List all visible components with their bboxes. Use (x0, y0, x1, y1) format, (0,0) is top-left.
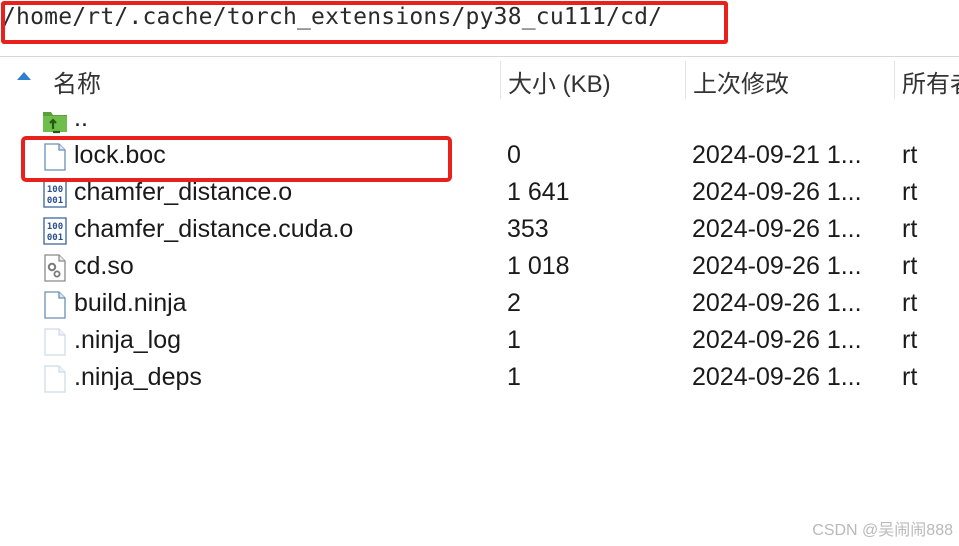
path-bar: /home/rt/.cache/torch_extensions/py38_cu… (0, 0, 959, 50)
column-name[interactable]: 名称 (0, 57, 500, 101)
binary-file-icon: 100 001 (43, 180, 67, 208)
column-modified-label: 上次修改 (693, 71, 789, 98)
file-name: .. (74, 104, 88, 132)
file-size: 1 018 (507, 252, 570, 280)
sort-ascending-icon (17, 72, 31, 80)
file-modified: 2024-09-26 1... (692, 326, 862, 354)
file-name: .ninja_deps (74, 363, 202, 391)
svg-text:100: 100 (47, 185, 63, 195)
watermark: CSDN @吴闹闹888 (812, 522, 953, 539)
binary-file-icon: 100 001 (43, 217, 67, 245)
file-modified: 2024-09-26 1... (692, 215, 862, 243)
file-size: 1 (507, 326, 521, 354)
file-owner: rt (902, 141, 918, 169)
file-modified: 2024-09-21 1... (692, 141, 862, 169)
column-header: 名称 大小 (KB) 上次修改 所有者 (0, 57, 959, 101)
file-size: 0 (507, 141, 521, 169)
svg-text:001: 001 (47, 233, 63, 243)
column-owner-label: 所有者 (902, 71, 959, 98)
file-name: build.ninja (74, 289, 187, 317)
file-row[interactable]: 100 001 chamfer_distance.cuda.o 353 2024… (0, 212, 959, 249)
parent-folder-icon (43, 112, 67, 134)
file-row[interactable]: .ninja_deps 1 2024-09-26 1... rt (0, 360, 959, 397)
file-size: 353 (507, 215, 549, 243)
hidden-file-icon (44, 328, 66, 356)
column-modified[interactable]: 上次修改 (686, 57, 894, 101)
file-row[interactable]: build.ninja 2 2024-09-26 1... rt (0, 286, 959, 323)
file-owner: rt (902, 178, 918, 206)
file-name: .ninja_log (74, 326, 182, 354)
file-owner: rt (902, 252, 918, 280)
file-icon (44, 291, 66, 319)
column-size-label: 大小 (KB) (508, 71, 611, 98)
column-owner[interactable]: 所有者 (895, 57, 959, 101)
svg-text:100: 100 (47, 222, 63, 232)
file-row[interactable]: .. (0, 101, 959, 138)
file-size: 2 (507, 289, 521, 317)
row-highlight-box (21, 136, 452, 182)
file-owner: rt (902, 363, 918, 391)
file-modified: 2024-09-26 1... (692, 289, 862, 317)
column-name-label: 名称 (53, 71, 101, 98)
library-file-icon (44, 254, 66, 282)
file-owner: rt (902, 215, 918, 243)
file-browser-window: /home/rt/.cache/torch_extensions/py38_cu… (0, 0, 959, 546)
file-modified: 2024-09-26 1... (692, 363, 862, 391)
file-row[interactable]: cd.so 1 018 2024-09-26 1... rt (0, 249, 959, 286)
file-name: chamfer_distance.o (74, 178, 293, 206)
svg-text:001: 001 (47, 196, 63, 206)
file-modified: 2024-09-26 1... (692, 178, 862, 206)
file-owner: rt (902, 289, 918, 317)
path-highlight-box (1, 1, 728, 44)
file-owner: rt (902, 326, 918, 354)
file-modified: 2024-09-26 1... (692, 252, 862, 280)
file-size: 1 641 (507, 178, 570, 206)
column-size[interactable]: 大小 (KB) (501, 57, 685, 101)
file-name: chamfer_distance.cuda.o (74, 215, 354, 243)
file-size: 1 (507, 363, 521, 391)
file-row[interactable]: .ninja_log 1 2024-09-26 1... rt (0, 323, 959, 360)
file-name: cd.so (74, 252, 134, 280)
hidden-file-icon (44, 365, 66, 393)
